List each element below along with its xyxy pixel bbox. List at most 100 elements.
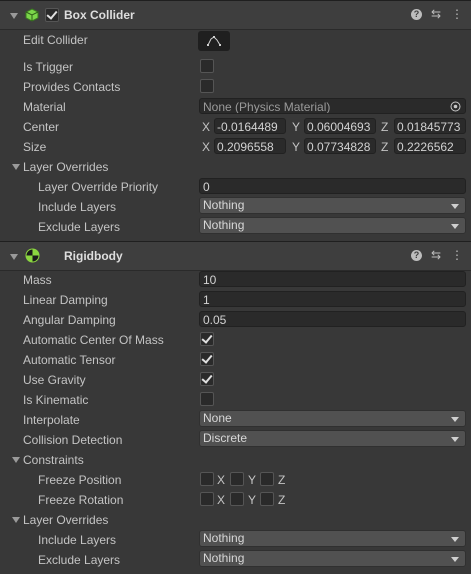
- mass-label: Mass: [23, 273, 52, 287]
- rb-include-layers-dropdown[interactable]: Nothing: [199, 530, 466, 547]
- mass-value: 10: [203, 273, 217, 287]
- chevron-down-icon: [451, 557, 459, 562]
- include-layers-value: Nothing: [203, 198, 245, 212]
- layer-override-priority-field[interactable]: 0: [199, 178, 466, 194]
- center-y-axis-label: Y: [292, 120, 301, 134]
- linear-damping-value: 1: [203, 293, 210, 307]
- freeze-rotation-x-checkbox[interactable]: [200, 492, 214, 506]
- rigidbody-title: Rigidbody: [64, 249, 123, 263]
- use-gravity-checkbox[interactable]: [200, 372, 214, 386]
- collision-detection-dropdown[interactable]: Discrete: [199, 430, 466, 447]
- layer-overrides-label[interactable]: Layer Overrides: [23, 160, 108, 174]
- object-picker-icon[interactable]: [450, 101, 461, 112]
- component-menu-icon[interactable]: ⋮: [451, 8, 463, 20]
- edit-collider-label: Edit Collider: [23, 33, 88, 47]
- interpolate-dropdown[interactable]: None: [199, 410, 466, 427]
- layer-overrides-foldout-icon[interactable]: [12, 164, 20, 170]
- size-z-value: 0.2226562: [397, 140, 454, 154]
- is-kinematic-checkbox[interactable]: [200, 392, 214, 406]
- freeze-rotation-x-label: X: [217, 493, 226, 507]
- edit-collider-button[interactable]: [198, 31, 230, 51]
- rb-exclude-layers-label: Exclude Layers: [38, 553, 121, 567]
- edit-collider-icon: [207, 36, 221, 46]
- angular-damping-field[interactable]: 0.05: [199, 311, 466, 327]
- center-z-value: 0.01845773: [397, 120, 461, 134]
- size-x-value: 0.2096558: [217, 140, 274, 154]
- auto-tensor-label: Automatic Tensor: [23, 353, 116, 367]
- component-menu-icon[interactable]: ⋮: [451, 249, 463, 261]
- provides-contacts-label: Provides Contacts: [23, 80, 121, 94]
- include-layers-dropdown[interactable]: Nothing: [199, 197, 466, 214]
- center-z-field[interactable]: 0.01845773: [394, 118, 466, 134]
- freeze-position-x-checkbox[interactable]: [200, 472, 214, 486]
- size-z-axis-label: Z: [381, 140, 389, 154]
- auto-center-of-mass-checkbox[interactable]: [200, 332, 214, 346]
- rigidbody-header[interactable]: Rigidbody ? ⇆ ⋮: [0, 241, 471, 271]
- material-label: Material: [23, 100, 66, 114]
- auto-center-of-mass-label: Automatic Center Of Mass: [23, 333, 164, 347]
- freeze-rotation-y-label: Y: [248, 493, 257, 507]
- size-y-field[interactable]: 0.07734828: [304, 138, 376, 154]
- chevron-down-icon: [451, 417, 459, 422]
- rb-exclude-layers-value: Nothing: [203, 551, 245, 565]
- center-y-field[interactable]: 0.06004693: [304, 118, 376, 134]
- freeze-position-y-label: Y: [248, 473, 257, 487]
- presets-icon[interactable]: ⇆: [430, 249, 442, 261]
- rigidbody-foldout-icon[interactable]: [10, 254, 18, 260]
- exclude-layers-value: Nothing: [203, 218, 245, 232]
- rb-exclude-layers-dropdown[interactable]: Nothing: [199, 550, 466, 567]
- center-x-value: -0.0164489: [217, 120, 278, 134]
- box-collider-icon: [25, 8, 39, 22]
- chevron-down-icon: [451, 537, 459, 542]
- freeze-position-label: Freeze Position: [38, 473, 122, 487]
- freeze-position-y-checkbox[interactable]: [230, 472, 244, 486]
- constraints-foldout-icon[interactable]: [12, 457, 20, 463]
- freeze-rotation-y-checkbox[interactable]: [230, 492, 244, 506]
- center-z-axis-label: Z: [381, 120, 389, 134]
- presets-icon[interactable]: ⇆: [430, 8, 442, 20]
- rb-include-layers-value: Nothing: [203, 531, 245, 545]
- is-kinematic-label: Is Kinematic: [23, 393, 89, 407]
- provides-contacts-checkbox[interactable]: [200, 79, 214, 93]
- box-collider-header[interactable]: Box Collider ? ⇆ ⋮: [0, 0, 471, 30]
- linear-damping-field[interactable]: 1: [199, 291, 466, 307]
- size-label: Size: [23, 140, 47, 154]
- center-label: Center: [23, 120, 60, 134]
- box-collider-enabled-checkbox[interactable]: [45, 8, 59, 22]
- constraints-label[interactable]: Constraints: [23, 453, 84, 467]
- angular-damping-label: Angular Damping: [23, 313, 116, 327]
- is-trigger-checkbox[interactable]: [200, 59, 214, 73]
- box-collider-foldout-icon[interactable]: [10, 13, 18, 19]
- box-collider-title: Box Collider: [64, 8, 135, 22]
- chevron-down-icon: [451, 224, 459, 229]
- freeze-rotation-z-checkbox[interactable]: [260, 492, 274, 506]
- layer-override-priority-label: Layer Override Priority: [38, 180, 159, 194]
- interpolate-value: None: [203, 411, 232, 425]
- freeze-position-z-checkbox[interactable]: [260, 472, 274, 486]
- auto-tensor-checkbox[interactable]: [200, 352, 214, 366]
- size-y-value: 0.07734828: [307, 140, 371, 154]
- exclude-layers-dropdown[interactable]: Nothing: [199, 217, 466, 234]
- center-x-axis-label: X: [202, 120, 211, 134]
- interpolate-label: Interpolate: [23, 413, 80, 427]
- size-x-field[interactable]: 0.2096558: [214, 138, 286, 154]
- help-icon[interactable]: ?: [411, 9, 422, 20]
- rb-layer-overrides-label[interactable]: Layer Overrides: [23, 513, 108, 527]
- include-layers-label: Include Layers: [38, 200, 117, 214]
- size-z-field[interactable]: 0.2226562: [394, 138, 466, 154]
- material-value: None (Physics Material): [203, 100, 331, 114]
- freeze-position-z-label: Z: [278, 473, 286, 487]
- use-gravity-label: Use Gravity: [23, 373, 86, 387]
- center-x-field[interactable]: -0.0164489: [214, 118, 286, 134]
- mass-field[interactable]: 10: [199, 271, 466, 287]
- rb-layer-overrides-foldout-icon[interactable]: [12, 517, 20, 523]
- collision-detection-label: Collision Detection: [23, 433, 123, 447]
- material-field[interactable]: None (Physics Material): [199, 98, 466, 114]
- angular-damping-value: 0.05: [203, 313, 227, 327]
- layer-override-priority-value: 0: [203, 180, 210, 194]
- chevron-down-icon: [451, 437, 459, 442]
- rigidbody-icon: [25, 248, 40, 263]
- linear-damping-label: Linear Damping: [23, 293, 108, 307]
- is-trigger-label: Is Trigger: [23, 60, 74, 74]
- help-icon[interactable]: ?: [411, 250, 422, 261]
